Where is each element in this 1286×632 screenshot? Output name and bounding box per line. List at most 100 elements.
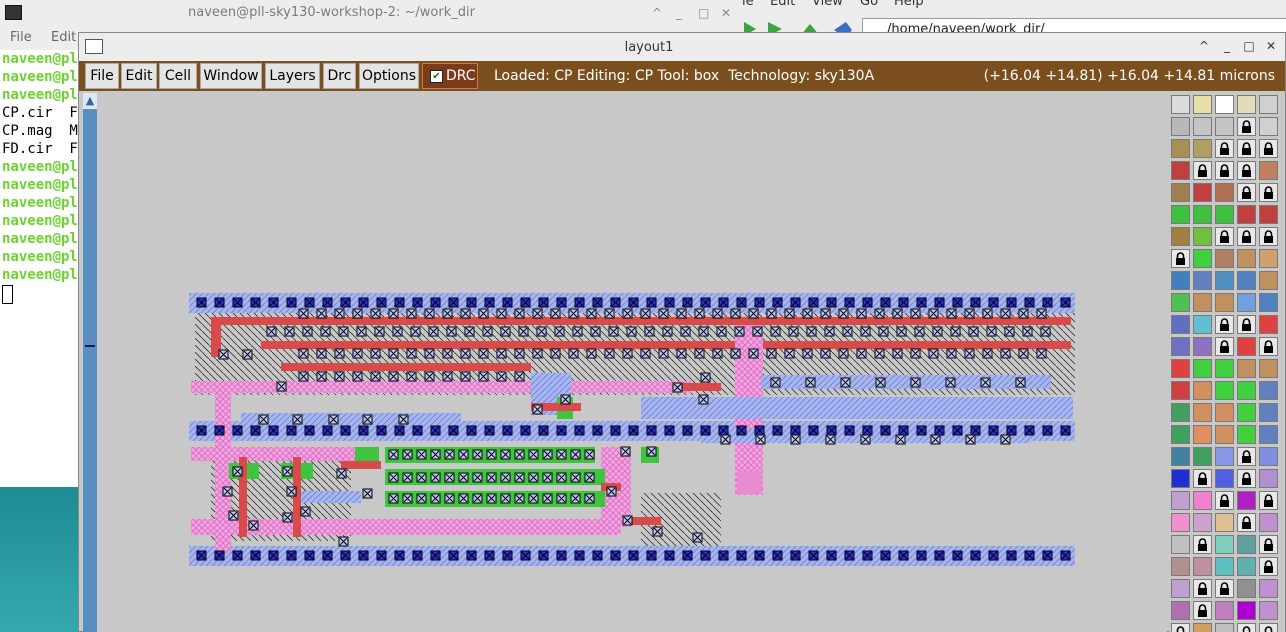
terminal-menu-file[interactable]: File (10, 26, 32, 50)
fm-menu-view[interactable]: View (812, 0, 843, 9)
terminal-restore-icon[interactable]: □ (698, 0, 709, 26)
palette-layer[interactable] (1259, 271, 1278, 290)
palette-layer[interactable] (1193, 425, 1212, 444)
palette-layer[interactable] (1259, 95, 1278, 114)
terminal-close-icon[interactable]: ✕ (721, 0, 731, 26)
palette-locked-layer[interactable] (1193, 579, 1212, 598)
palette-layer[interactable] (1215, 359, 1234, 378)
palette-locked-layer[interactable] (1193, 161, 1212, 180)
palette-layer[interactable] (1215, 601, 1234, 620)
palette-layer[interactable] (1193, 557, 1212, 576)
palette-locked-layer[interactable] (1215, 579, 1234, 598)
palette-locked-layer[interactable] (1215, 139, 1234, 158)
palette-layer[interactable] (1215, 425, 1234, 444)
palette-layer[interactable] (1215, 271, 1234, 290)
palette-layer[interactable] (1237, 491, 1256, 510)
palette-locked-layer[interactable] (1237, 513, 1256, 532)
palette-locked-layer[interactable] (1215, 161, 1234, 180)
palette-layer[interactable] (1171, 315, 1190, 334)
palette-layer[interactable] (1193, 249, 1212, 268)
palette-layer[interactable] (1237, 293, 1256, 312)
palette-layer[interactable] (1259, 447, 1278, 466)
palette-locked-layer[interactable] (1237, 447, 1256, 466)
palette-layer[interactable] (1259, 117, 1278, 136)
menu-cell-button[interactable]: Cell (159, 63, 197, 89)
palette-locked-layer[interactable] (1237, 183, 1256, 202)
palette-layer[interactable] (1171, 117, 1190, 136)
palette-locked-layer[interactable] (1171, 623, 1190, 632)
palette-layer[interactable] (1259, 293, 1278, 312)
palette-layer[interactable] (1259, 579, 1278, 598)
palette-layer[interactable] (1171, 227, 1190, 246)
palette-layer[interactable] (1215, 249, 1234, 268)
palette-layer[interactable] (1259, 205, 1278, 224)
palette-locked-layer[interactable] (1237, 117, 1256, 136)
palette-layer[interactable] (1237, 425, 1256, 444)
palette-locked-layer[interactable] (1237, 161, 1256, 180)
palette-locked-layer[interactable] (1193, 469, 1212, 488)
palette-layer[interactable] (1215, 117, 1234, 136)
menu-options-button[interactable]: Options (359, 63, 419, 89)
palette-layer[interactable] (1259, 249, 1278, 268)
palette-locked-layer[interactable] (1215, 315, 1234, 334)
palette-layer[interactable] (1193, 271, 1212, 290)
layout-shade-icon[interactable]: ^ (1197, 39, 1211, 53)
palette-layer[interactable] (1193, 359, 1212, 378)
palette-layer[interactable] (1215, 183, 1234, 202)
palette-layer[interactable] (1193, 447, 1212, 466)
palette-layer[interactable] (1193, 183, 1212, 202)
palette-locked-layer[interactable] (1259, 623, 1278, 632)
palette-layer[interactable] (1171, 425, 1190, 444)
palette-layer[interactable] (1237, 359, 1256, 378)
palette-layer[interactable] (1193, 513, 1212, 532)
palette-layer[interactable] (1171, 359, 1190, 378)
palette-layer[interactable] (1171, 469, 1190, 488)
palette-layer[interactable] (1193, 381, 1212, 400)
menu-edit-button[interactable]: Edit (121, 63, 157, 89)
palette-locked-layer[interactable] (1259, 557, 1278, 576)
terminal-maximize-icon[interactable]: ^ (652, 0, 662, 26)
palette-layer[interactable] (1259, 359, 1278, 378)
menu-layers-button[interactable]: Layers (265, 63, 320, 89)
terminal-menu-edit[interactable]: Edit (51, 26, 76, 50)
palette-layer[interactable] (1259, 469, 1278, 488)
layer-palette[interactable] (1169, 93, 1285, 632)
palette-layer[interactable] (1237, 271, 1256, 290)
palette-locked-layer[interactable] (1259, 535, 1278, 554)
layout-titlebar[interactable]: layout1 ^ _ □ ✕ (79, 33, 1285, 62)
palette-layer[interactable] (1237, 381, 1256, 400)
palette-layer[interactable] (1193, 227, 1212, 246)
palette-layer[interactable] (1171, 601, 1190, 620)
palette-layer[interactable] (1171, 447, 1190, 466)
palette-layer[interactable] (1171, 491, 1190, 510)
palette-layer[interactable] (1193, 491, 1212, 510)
palette-layer[interactable] (1259, 161, 1278, 180)
menu-window-button[interactable]: Window (200, 63, 262, 89)
palette-layer[interactable] (1215, 557, 1234, 576)
palette-layer[interactable] (1215, 469, 1234, 488)
palette-layer[interactable] (1215, 205, 1234, 224)
palette-layer[interactable] (1215, 513, 1234, 532)
palette-layer[interactable] (1171, 271, 1190, 290)
palette-layer[interactable] (1193, 117, 1212, 136)
palette-locked-layer[interactable] (1215, 337, 1234, 356)
palette-layer[interactable] (1237, 535, 1256, 554)
palette-layer[interactable] (1193, 623, 1212, 632)
palette-locked-layer[interactable] (1259, 183, 1278, 202)
palette-layer[interactable] (1193, 315, 1212, 334)
palette-locked-layer[interactable] (1259, 227, 1278, 246)
palette-layer[interactable] (1215, 535, 1234, 554)
palette-layer[interactable] (1215, 95, 1234, 114)
palette-layer[interactable] (1259, 315, 1278, 334)
palette-layer[interactable] (1215, 623, 1234, 632)
palette-layer[interactable] (1193, 139, 1212, 158)
palette-layer[interactable] (1171, 337, 1190, 356)
palette-layer[interactable] (1237, 579, 1256, 598)
palette-layer[interactable] (1237, 205, 1256, 224)
palette-layer[interactable] (1259, 425, 1278, 444)
fm-menu-edit[interactable]: Edit (770, 0, 795, 9)
palette-layer[interactable] (1215, 447, 1234, 466)
palette-layer[interactable] (1193, 337, 1212, 356)
terminal-titlebar[interactable]: naveen@pll-sky130-workshop-2: ~/work_dir… (0, 0, 742, 26)
palette-layer[interactable] (1215, 381, 1234, 400)
